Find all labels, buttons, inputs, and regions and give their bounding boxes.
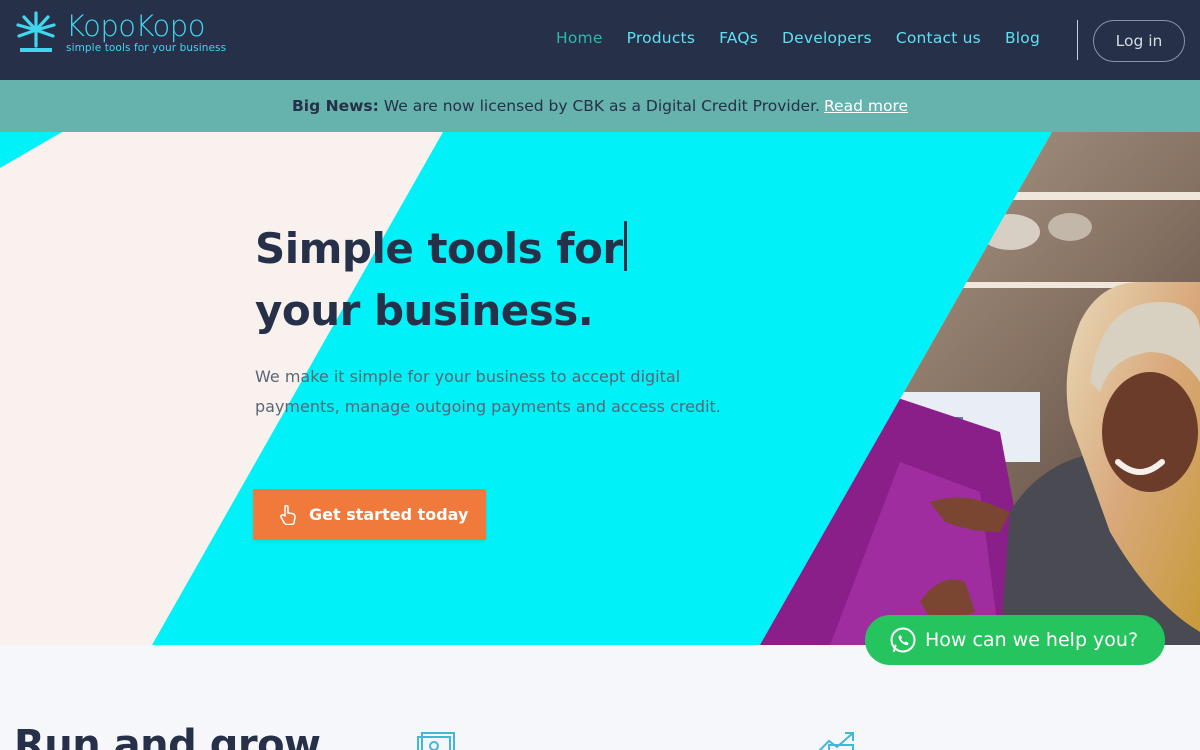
nav-faqs[interactable]: FAQs	[719, 29, 758, 47]
nav-contact-us[interactable]: Contact us	[896, 29, 981, 47]
get-started-label: Get started today	[309, 505, 469, 524]
brand-tagline: simple tools for your business	[66, 42, 227, 54]
announcement-banner: Big News: We are now licensed by CBK as …	[0, 80, 1200, 132]
nav-blog[interactable]: Blog	[1005, 29, 1040, 47]
typing-cursor	[623, 221, 627, 271]
pointer-hand-icon	[280, 504, 296, 525]
brand-name: KopoKopo	[66, 9, 205, 43]
hero-section: Simple tools for your business. We make …	[0, 132, 1200, 645]
nav-products[interactable]: Products	[627, 29, 696, 47]
hero-heading-line1: Simple tools for	[255, 224, 623, 273]
read-more-link[interactable]: Read more	[824, 97, 908, 115]
nav-home[interactable]: Home	[556, 29, 603, 47]
growth-chart-icon	[818, 732, 854, 750]
main-nav: Home Products FAQs Developers Contact us…	[556, 29, 1040, 47]
whatsapp-help-label: How can we help you?	[925, 629, 1139, 651]
whatsapp-icon	[890, 627, 916, 653]
kopokopo-logo[interactable]: KopoKopo simple tools for your business	[14, 10, 226, 56]
hero-heading: Simple tools for your business.	[255, 218, 775, 342]
hero-heading-line2: your business.	[255, 286, 594, 335]
cyan-corner-shape	[0, 132, 62, 168]
nav-developers[interactable]: Developers	[782, 29, 872, 47]
login-button[interactable]: Log in	[1093, 20, 1185, 62]
whatsapp-help-button[interactable]: How can we help you?	[865, 615, 1165, 665]
hero-description: We make it simple for your business to a…	[255, 367, 721, 416]
get-started-button[interactable]: Get started today	[253, 489, 486, 540]
cash-stack-icon	[417, 732, 455, 750]
section-heading: Run and grow	[14, 722, 321, 750]
banner-bold-label: Big News:	[291, 97, 379, 115]
banner-text: We are now licensed by CBK as a Digital …	[383, 97, 820, 115]
site-header: KopoKopo simple tools for your business …	[0, 0, 1200, 80]
logo-sunburst-icon	[16, 11, 56, 52]
nav-divider	[1077, 20, 1078, 60]
